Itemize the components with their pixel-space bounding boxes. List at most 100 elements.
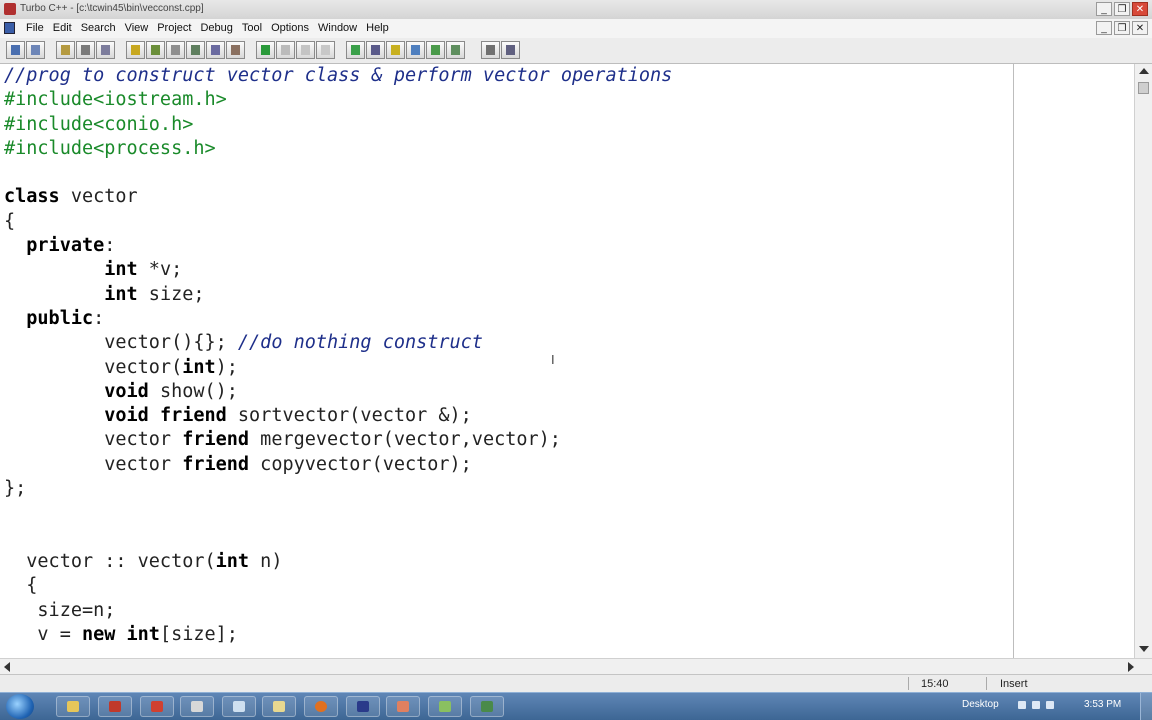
code-line[interactable]: int size; (4, 284, 204, 305)
taskbar-explorer[interactable] (56, 696, 90, 717)
document-icon[interactable] (4, 22, 15, 34)
restore-button[interactable]: ❐ (1114, 2, 1130, 16)
project-icon (11, 45, 20, 55)
code-line[interactable]: //prog to construct vector class & perfo… (4, 65, 672, 86)
code-line[interactable]: #include<process.h> (4, 138, 216, 159)
speedbar-replace-button[interactable] (96, 41, 115, 59)
speedbar-inspect-button[interactable] (366, 41, 385, 59)
vertical-scroll-thumb[interactable] (1138, 82, 1149, 94)
taskbar-clock[interactable]: 3:53 PM (1084, 699, 1121, 710)
speedbar-search-button[interactable] (76, 41, 95, 59)
tray-network-icon[interactable] (1032, 701, 1040, 709)
doc-close-button[interactable]: ✕ (1132, 21, 1148, 35)
code-line[interactable]: v = new int[size]; (4, 624, 238, 645)
scroll-left-arrow-icon[interactable] (4, 662, 10, 672)
speedbar-run-button[interactable] (186, 41, 205, 59)
close-button[interactable]: ✕ (1132, 2, 1148, 16)
show-desktop-button[interactable] (1140, 693, 1152, 720)
speedbar-project-button[interactable] (6, 41, 25, 59)
menu-search[interactable]: Search (81, 22, 116, 34)
speedbar-paste-button[interactable] (296, 41, 315, 59)
menu-view[interactable]: View (125, 22, 149, 34)
speedbar-trace-button[interactable] (406, 41, 425, 59)
speedbar-copy-button[interactable] (26, 41, 45, 59)
taskbar-app-doc[interactable] (180, 696, 214, 717)
speedbar-breakpoint-button[interactable] (386, 41, 405, 59)
speedbar-clear-button[interactable] (316, 41, 335, 59)
taskbar-app-paint[interactable] (386, 696, 420, 717)
menu-tool[interactable]: Tool (242, 22, 262, 34)
speedbar-cut-button[interactable] (276, 41, 295, 59)
desktop-toolbar-label[interactable]: Desktop (962, 699, 999, 710)
code-kw: friend (159, 405, 227, 427)
taskbar-app-window[interactable] (222, 696, 256, 717)
code-line[interactable]: vector(){}; //do nothing construct (4, 332, 483, 353)
code-line[interactable]: public: (4, 308, 104, 329)
menu-help[interactable]: Help (366, 22, 389, 34)
code-line[interactable]: private: (4, 235, 115, 256)
speedbar-message-button[interactable] (481, 41, 500, 59)
speedbar-watch-button[interactable] (426, 41, 445, 59)
code-line[interactable]: class vector (4, 186, 138, 207)
trace-icon (411, 45, 420, 55)
code-line[interactable]: void show(); (4, 381, 238, 402)
window-controls: _ ❐ ✕ (1096, 2, 1148, 16)
speedbar-compile-button[interactable] (126, 41, 145, 59)
code-line[interactable]: { (4, 575, 37, 596)
code-line[interactable]: vector friend copyvector(vector); (4, 454, 472, 475)
doc-restore-button[interactable]: ❐ (1114, 21, 1130, 35)
menu-debug[interactable]: Debug (200, 22, 232, 34)
taskbar-app-tools[interactable] (470, 696, 504, 717)
taskbar-app-red[interactable] (140, 696, 174, 717)
tray-arrow-icon[interactable] (1018, 701, 1026, 709)
code-line[interactable]: int *v; (4, 259, 182, 280)
doc-minimize-button[interactable]: _ (1096, 21, 1112, 35)
vertical-scrollbar[interactable] (1134, 64, 1152, 658)
tray-volume-icon[interactable] (1046, 701, 1054, 709)
speedbar-debug-button[interactable] (206, 41, 225, 59)
scroll-right-arrow-icon[interactable] (1128, 662, 1134, 672)
start-button[interactable] (6, 694, 34, 719)
taskbar-turbo-cpp[interactable] (346, 696, 380, 717)
menu-file[interactable]: File (26, 22, 44, 34)
system-tray (1018, 701, 1054, 709)
code-line[interactable]: vector(int); (4, 357, 238, 378)
code-line[interactable]: { (4, 211, 15, 232)
taskbar-app-folder[interactable] (262, 696, 296, 717)
code-line[interactable]: }; (4, 478, 26, 499)
taskbar-app-firefox[interactable] (304, 696, 338, 717)
build-icon (171, 45, 180, 55)
minimize-button[interactable]: _ (1096, 2, 1112, 16)
scroll-down-arrow-icon[interactable] (1139, 646, 1149, 652)
menu-project[interactable]: Project (157, 22, 191, 34)
speedbar-build-button[interactable] (166, 41, 185, 59)
speedbar-undo-button[interactable] (256, 41, 275, 59)
run-icon (191, 45, 200, 55)
code-comment: //prog to construct vector class & perfo… (4, 65, 673, 86)
code-kw: int (182, 356, 216, 378)
code-line[interactable]: #include<conio.h> (4, 114, 193, 135)
menu-window[interactable]: Window (318, 22, 357, 34)
menu-options[interactable]: Options (271, 22, 309, 34)
speedbar-make-button[interactable] (146, 41, 165, 59)
menu-edit[interactable]: Edit (53, 22, 72, 34)
code-line[interactable]: vector friend mergevector(vector,vector)… (4, 429, 561, 450)
speedbar-browse-button[interactable] (346, 41, 365, 59)
replace-icon (101, 45, 110, 55)
speedbar-help-button[interactable] (501, 41, 520, 59)
taskbar-app-green[interactable] (428, 696, 462, 717)
speedbar-open-button[interactable] (56, 41, 75, 59)
code-line[interactable]: vector :: vector(int n) (4, 551, 282, 572)
code-line[interactable]: #include<iostream.h> (4, 89, 227, 110)
horizontal-scrollbar[interactable] (0, 658, 1152, 674)
speedbar-step-button[interactable] (226, 41, 245, 59)
code-line[interactable]: size=n; (4, 600, 115, 621)
speedbar-evaluate-button[interactable] (446, 41, 465, 59)
menu-bar: File Edit Search View Project Debug Tool… (0, 19, 1152, 39)
scroll-up-arrow-icon[interactable] (1139, 68, 1149, 74)
source-code[interactable]: //prog to construct vector class & perfo… (4, 64, 672, 647)
taskbar-acrobat[interactable] (98, 696, 132, 717)
code-line[interactable]: void friend sortvector(vector &); (4, 405, 472, 426)
code-editor[interactable]: //prog to construct vector class & perfo… (0, 64, 1134, 658)
inspect-icon (371, 45, 380, 55)
